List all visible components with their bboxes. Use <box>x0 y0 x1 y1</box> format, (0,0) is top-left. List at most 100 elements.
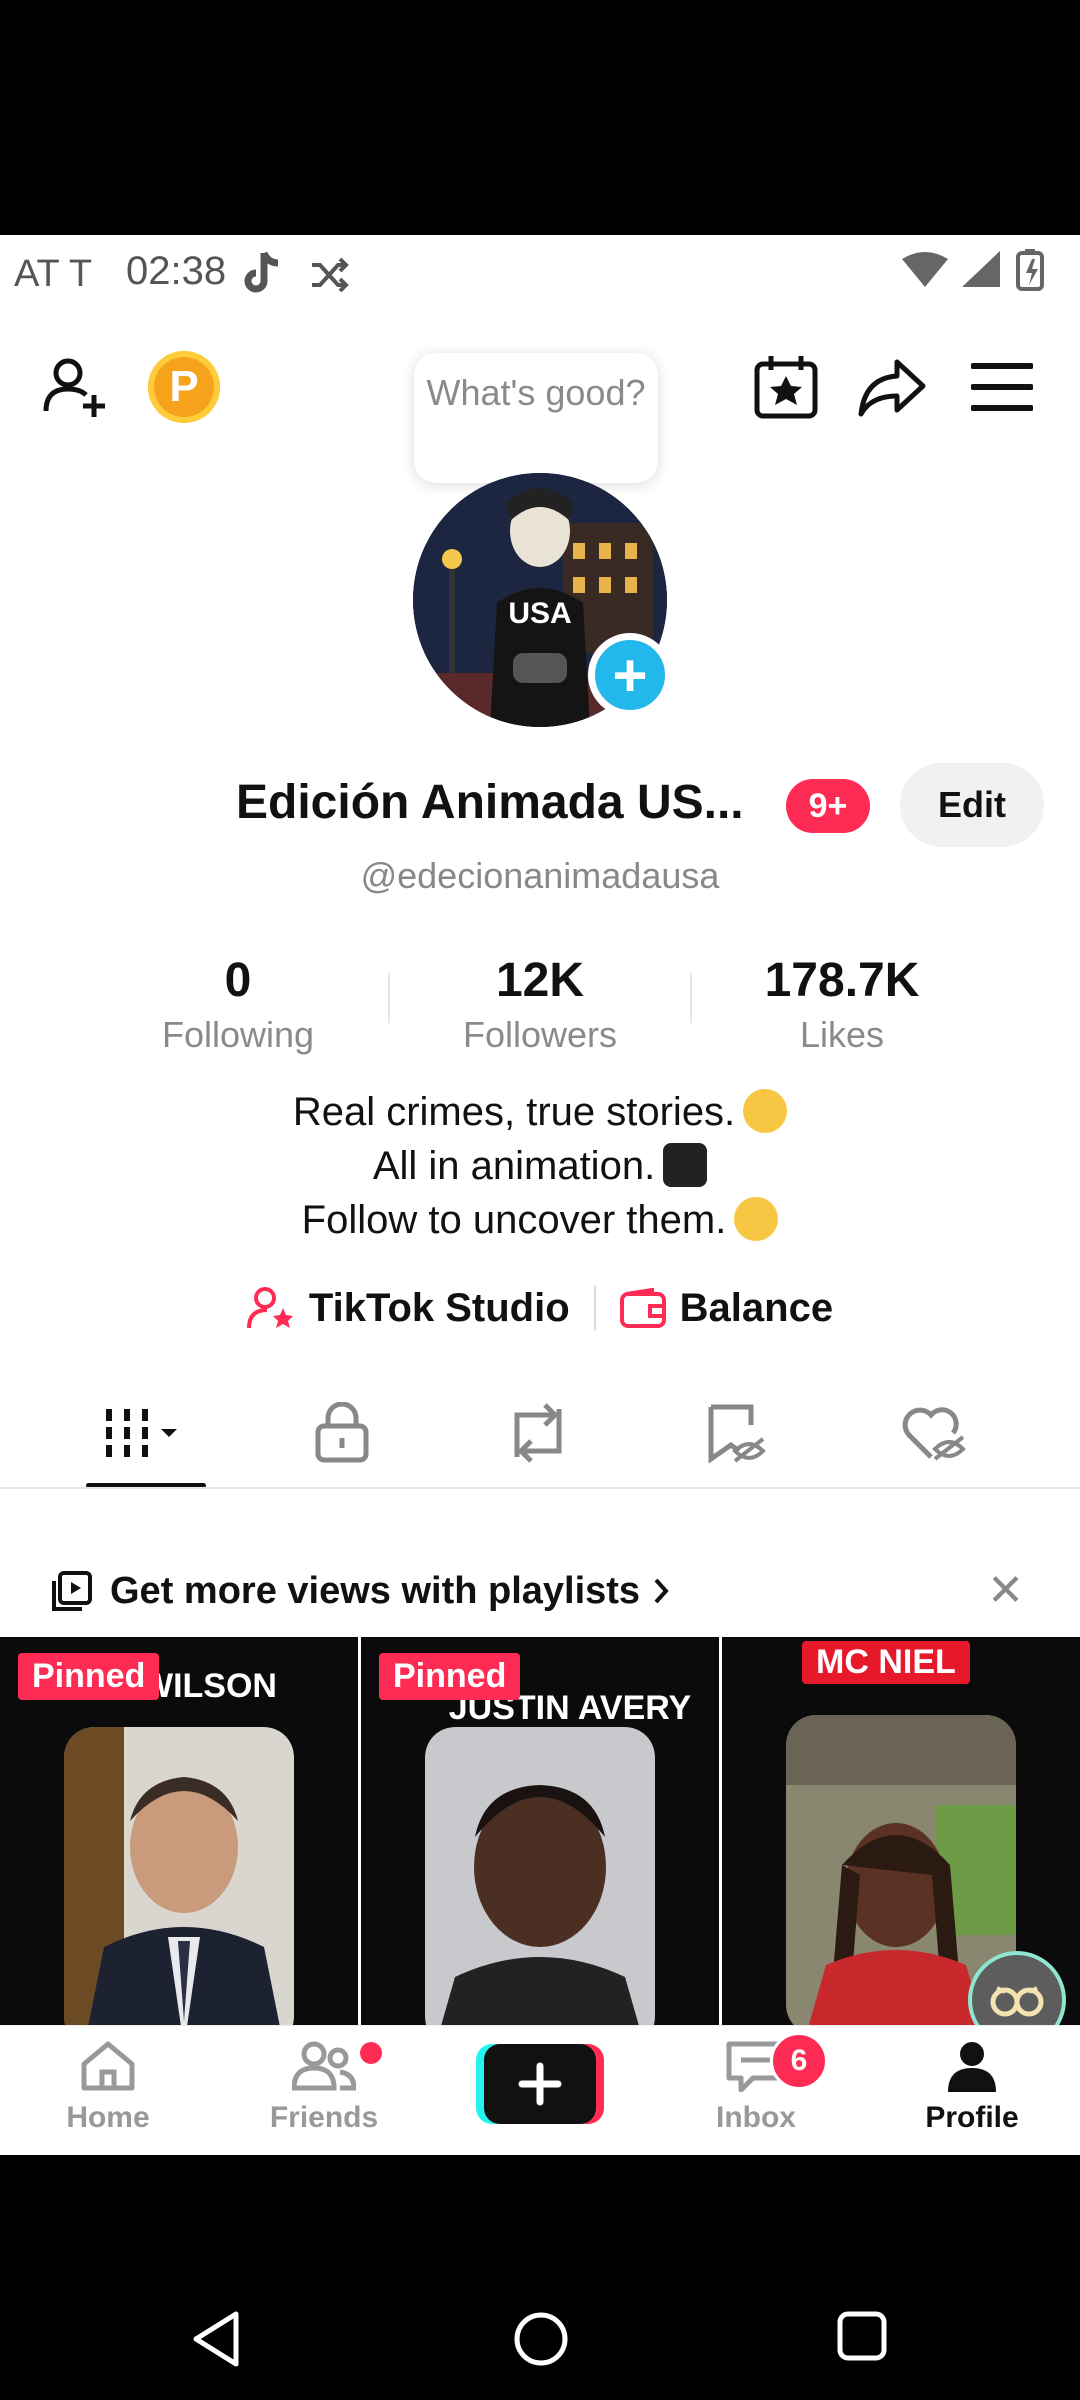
bio-line: All in animation. <box>0 1139 1080 1193</box>
calendar-button[interactable] <box>746 347 826 427</box>
stat-label: Following <box>161 1014 315 1055</box>
profile-name: Edición Animada US... <box>236 776 744 829</box>
edit-profile-button[interactable]: Edit <box>900 763 1044 847</box>
recents-icon[interactable] <box>836 2310 888 2362</box>
chevron-right-icon <box>654 1578 669 1604</box>
stat-label: Likes <box>799 1014 885 1055</box>
menu-button[interactable] <box>962 347 1042 427</box>
nav-label: Profile <box>925 2101 1019 2134</box>
bio-text: All in animation. <box>372 1144 656 1188</box>
bio-line: Real crimes, true stories. <box>0 1085 1080 1139</box>
stat-likes[interactable]: 178.7K Likes <box>722 953 962 1056</box>
plus-icon <box>476 2044 604 2124</box>
coin-button[interactable]: P <box>148 351 220 423</box>
video-thumbnail[interactable]: JUSTIN AVERY Pinned <box>361 1637 719 2041</box>
bio-text: Real crimes, true stories. <box>292 1090 736 1134</box>
nav-friends[interactable]: Friends <box>234 2040 414 2135</box>
profile-handle: @edecionanimadausa <box>360 855 720 896</box>
profile-icon <box>948 2042 996 2092</box>
stat-divider <box>690 973 692 1023</box>
tabs-divider <box>0 1487 1080 1489</box>
battery-icon <box>1016 249 1044 291</box>
add-user-icon <box>43 358 105 417</box>
nav-label: Inbox <box>716 2101 796 2134</box>
whats-good-tooltip[interactable]: What's good? <box>414 353 658 483</box>
playlist-icon <box>52 1571 92 1611</box>
status-time: 02:38 <box>126 249 227 293</box>
status-icons <box>902 249 1044 291</box>
create-button[interactable] <box>476 2044 604 2124</box>
tab-videos[interactable] <box>76 1383 216 1483</box>
video-title: MC NIEL <box>802 1641 970 1684</box>
tiktok-logo-icon <box>244 251 279 293</box>
stat-following[interactable]: 0 Following <box>118 953 358 1056</box>
svg-text:USA: USA <box>508 597 571 630</box>
video-thumbnail[interactable]: WILSON Pinned <box>0 1637 358 2041</box>
tab-liked[interactable] <box>864 1383 1004 1483</box>
tiktok-studio-link[interactable]: TikTok Studio <box>246 1285 570 1331</box>
user-star-icon <box>246 1287 293 1329</box>
nav-home[interactable]: Home <box>18 2040 198 2135</box>
stat-followers[interactable]: 12K Followers <box>420 953 660 1056</box>
balance-label: Balance <box>679 1285 834 1330</box>
nav-profile[interactable]: Profile <box>882 2040 1062 2135</box>
add-friend-button[interactable] <box>36 347 116 427</box>
bio-text: Follow to uncover them. <box>301 1198 727 1242</box>
lock-icon <box>315 1402 369 1463</box>
add-story-button[interactable]: + <box>588 633 672 717</box>
calendar-star-icon <box>754 356 818 419</box>
nav-label: Home <box>66 2101 150 2134</box>
notification-badge[interactable]: 9+ <box>786 779 870 833</box>
home-icon <box>81 2041 135 2091</box>
playlists-promo-banner[interactable]: Get more views with playlists ✕ <box>0 1541 1080 1641</box>
balance-link[interactable]: Balance <box>619 1285 834 1331</box>
link-divider <box>593 1285 596 1331</box>
pinned-badge: Pinned <box>18 1653 160 1700</box>
profile-bio: Real crimes, true stories. All in animat… <box>0 1085 1080 1247</box>
stat-label: Followers <box>462 1014 618 1055</box>
infinity-eyes-icon <box>990 1986 1044 2017</box>
shocked-face-emoji-icon <box>743 1089 788 1133</box>
profile-links: TikTok Studio Balance <box>0 1285 1080 1331</box>
signal-icon <box>962 251 1000 287</box>
close-icon[interactable]: ✕ <box>987 1565 1024 1616</box>
stat-divider <box>388 973 390 1023</box>
wifi-icon <box>902 252 948 287</box>
promo-text: Get more views with playlists <box>110 1569 641 1612</box>
wallet-icon <box>619 1288 666 1328</box>
app-screen: AT T 02:38 P What's good? USA + Edición … <box>0 235 1080 2155</box>
bookmark-hidden-icon <box>708 1404 766 1463</box>
tab-favorites[interactable] <box>666 1383 806 1483</box>
nav-label: Friends <box>269 2101 379 2134</box>
tab-reposts[interactable] <box>468 1383 608 1483</box>
pinned-badge: Pinned <box>379 1653 521 1700</box>
thinking-face-emoji-icon <box>734 1197 779 1241</box>
video-cover-image <box>64 1727 294 2041</box>
profile-stats: 0 Following 12K Followers 178.7K Likes <box>0 953 1080 1073</box>
tiktok-studio-label: TikTok Studio <box>308 1285 570 1330</box>
shuffle-icon <box>312 257 349 293</box>
back-icon[interactable] <box>190 2310 242 2368</box>
friends-notification-dot <box>360 2042 382 2064</box>
friends-icon <box>291 2041 357 2091</box>
inbox-badge: 6 <box>770 2032 828 2090</box>
share-icon <box>858 359 926 417</box>
share-button[interactable] <box>852 347 932 427</box>
bottom-navigation: Home Friends Inbox 6 Profile <box>0 2025 1080 2155</box>
stat-value: 12K <box>495 954 585 1007</box>
bio-line: Follow to uncover them. <box>0 1193 1080 1247</box>
home-circle-icon[interactable] <box>512 2310 570 2368</box>
status-carrier: AT T <box>14 253 93 295</box>
system-navigation-bar <box>0 2280 1080 2400</box>
videos-grid-icon <box>106 1409 177 1457</box>
content-tabs <box>0 1383 1080 1483</box>
video-grid: WILSON Pinned JUSTIN AVERY Pinned MC NIE… <box>0 1637 1080 2041</box>
video-cover-image <box>425 1727 655 2041</box>
stat-value: 178.7K <box>764 954 920 1007</box>
repost-icon <box>514 1403 562 1463</box>
stat-value: 0 <box>224 954 252 1007</box>
tab-private[interactable] <box>272 1383 412 1483</box>
heart-hidden-icon <box>902 1407 966 1461</box>
hamburger-menu-icon <box>971 363 1033 411</box>
movie-camera-emoji-icon <box>663 1143 708 1187</box>
